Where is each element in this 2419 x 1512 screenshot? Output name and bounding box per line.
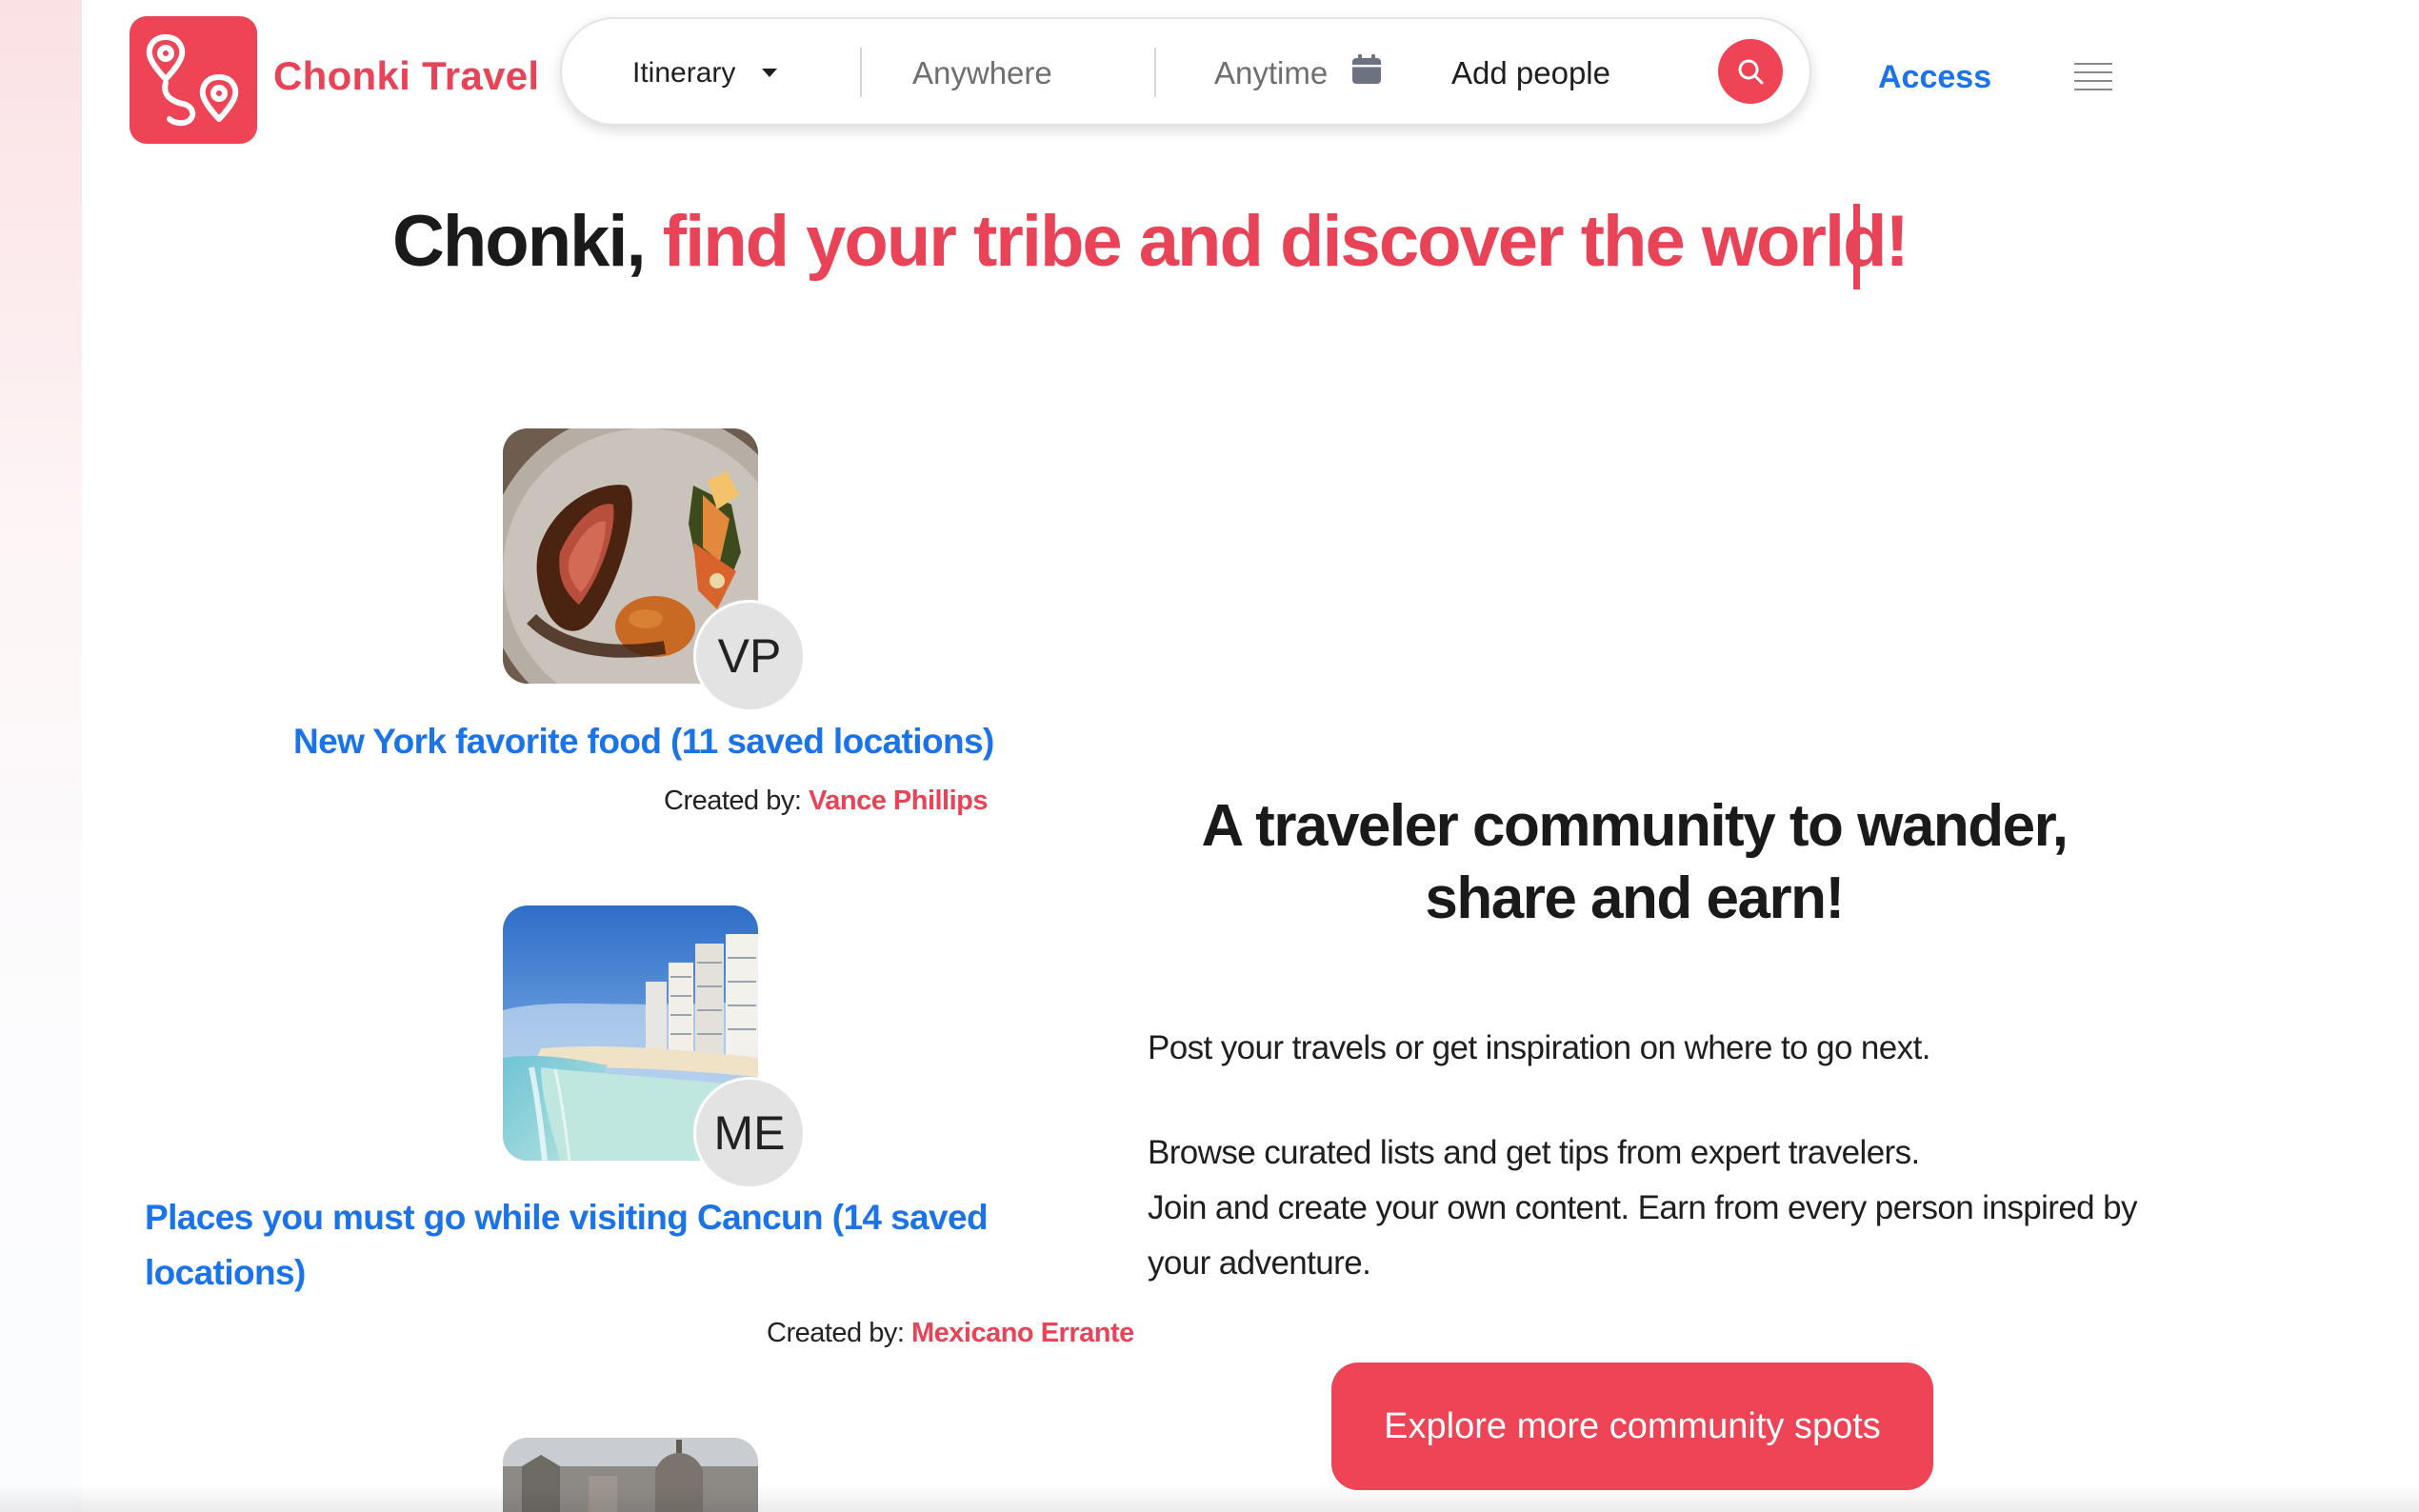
search-divider: [860, 48, 862, 97]
search-bar: Itinerary Anywhere Anytime Add people: [560, 17, 1811, 126]
search-icon: [1738, 59, 1764, 85]
community-paragraph: Post your travels or get inspiration on …: [1148, 1029, 1930, 1066]
access-link[interactable]: Access: [1878, 59, 1991, 96]
created-by: Created by: Mexicano Errante: [767, 1318, 1134, 1349]
card-title[interactable]: Places you must go while visiting Cancun…: [145, 1190, 1021, 1301]
anytime-field[interactable]: Anytime: [1214, 55, 1328, 91]
explore-button[interactable]: Explore more community spots: [1331, 1363, 1933, 1490]
itinerary-dropdown[interactable]: Itinerary: [632, 57, 735, 90]
author-link[interactable]: Vance Phillips: [809, 786, 989, 816]
typing-cursor: [1853, 204, 1860, 289]
page: Chonki Travel Itinerary Anywhere Anytime…: [0, 0, 2419, 1512]
brand-name[interactable]: Chonki Travel: [273, 53, 539, 99]
hero-accent: find your tribe and discover the world!: [662, 201, 1909, 282]
created-by: Created by: Vance Phillips: [664, 786, 989, 817]
avatar[interactable]: VP: [693, 600, 806, 712]
created-label: Created by:: [664, 786, 809, 816]
community-paragraph: Browse curated lists and get tips from e…: [1148, 1134, 1920, 1171]
avatar[interactable]: ME: [693, 1077, 806, 1189]
card-title[interactable]: New York favorite food (11 saved locatio…: [293, 714, 994, 769]
anywhere-field[interactable]: Anywhere: [912, 55, 1052, 91]
search-button[interactable]: [1718, 39, 1783, 104]
community-paragraph: Join and create your own content. Earn f…: [1148, 1189, 2138, 1282]
hero-prefix: Chonki,: [392, 201, 663, 282]
bottom-shadow: [0, 1485, 2419, 1512]
author-link[interactable]: Mexicano Errante: [911, 1318, 1134, 1348]
hero-heading: Chonki, find your tribe and discover the…: [392, 200, 1909, 283]
created-label: Created by:: [767, 1318, 911, 1348]
add-people-field[interactable]: Add people: [1451, 55, 1610, 91]
hamburger-menu-icon[interactable]: [2074, 63, 2112, 95]
caret-down-icon[interactable]: [762, 69, 777, 77]
map-route-pins-icon: [146, 34, 239, 127]
left-gradient-strip: [0, 0, 82, 1512]
search-divider: [1154, 48, 1156, 97]
community-heading: A traveler community to wander, share an…: [1201, 793, 2069, 931]
calendar-icon[interactable]: [1350, 53, 1383, 86]
logo[interactable]: [130, 16, 257, 144]
